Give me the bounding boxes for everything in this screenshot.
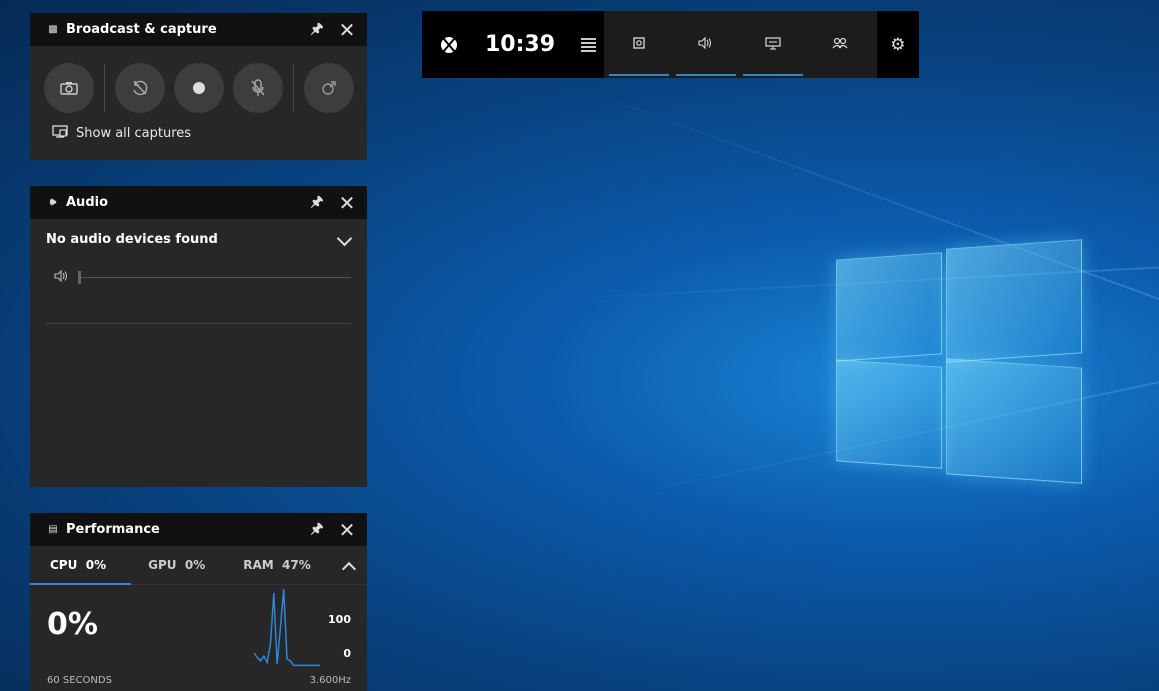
- performance-widget-button[interactable]: [742, 11, 803, 78]
- clock: 10:39: [485, 32, 556, 57]
- record-button[interactable]: [174, 63, 224, 113]
- capture-widget-button[interactable]: [608, 11, 669, 78]
- audio-widget-button[interactable]: [675, 11, 736, 78]
- capture-widget-title: Broadcast & capture: [66, 22, 217, 37]
- volume-slider[interactable]: [78, 271, 351, 284]
- tab-ram-label: RAM: [243, 558, 274, 572]
- broadcast-button[interactable]: [304, 63, 354, 113]
- tab-cpu-value: 0%: [85, 558, 107, 572]
- speaker-icon: [698, 36, 714, 52]
- record-dot-icon: [193, 82, 205, 94]
- divider: [104, 64, 105, 112]
- cpu-usage-value: 0%: [47, 607, 98, 642]
- audio-widget-title: Audio: [66, 195, 109, 210]
- volume-slider-thumb[interactable]: [78, 271, 81, 284]
- social-widget-button[interactable]: [810, 11, 870, 78]
- tab-cpu[interactable]: CPU 0%: [50, 558, 106, 572]
- capture-icon: [633, 37, 645, 52]
- performance-widget-title: Performance: [66, 522, 160, 537]
- xbox-logo-icon[interactable]: [441, 36, 457, 53]
- gallery-icon: [52, 125, 68, 142]
- audio-widget-header[interactable]: 🕪︎ Audio 🖈︎ ✕: [30, 186, 367, 219]
- tab-cpu-label: CPU: [50, 558, 78, 572]
- mic-off-icon: [251, 79, 265, 96]
- screenshot-button[interactable]: [44, 63, 94, 113]
- show-all-captures-label: Show all captures: [76, 126, 192, 141]
- cpu-usage-chart: [253, 588, 320, 667]
- windows-logo: [836, 236, 1082, 484]
- chart-y-max: 100: [328, 613, 351, 626]
- divider: [293, 64, 294, 112]
- broadcast-icon: [322, 81, 336, 95]
- chevron-down-icon[interactable]: [337, 233, 351, 247]
- tab-gpu[interactable]: GPU 0%: [148, 558, 205, 572]
- performance-widget: ▤ Performance 🖈︎ ✕ CPU 0% GPU 0% RAM 47%…: [30, 513, 367, 691]
- selected-tab-indicator: [30, 583, 131, 585]
- performance-tabs: CPU 0% GPU 0% RAM 47%: [30, 546, 367, 585]
- monitor-icon: ▤: [48, 524, 58, 535]
- audio-status-text: No audio devices found: [46, 232, 218, 247]
- capture-button-row: [30, 46, 367, 113]
- close-icon[interactable]: ✕: [335, 193, 359, 213]
- close-icon[interactable]: ✕: [335, 520, 359, 540]
- cpu-usage-line: [253, 588, 320, 667]
- divider: [46, 323, 351, 324]
- gear-icon: ⚙︎: [890, 34, 906, 55]
- widget-menu-icon[interactable]: [581, 36, 597, 54]
- pin-icon[interactable]: 🖈︎: [305, 191, 329, 215]
- performance-widget-header[interactable]: ▤ Performance 🖈︎ ✕: [30, 513, 367, 546]
- widget-toolbar: [603, 11, 877, 78]
- speaker-icon: [54, 269, 78, 285]
- screenshot-icon: [60, 82, 78, 95]
- game-bar-home-section: 10:39: [422, 11, 604, 78]
- tab-ram-value: 47%: [282, 558, 311, 572]
- cpu-frequency: 3.600Hz: [309, 675, 351, 686]
- record-last-button[interactable]: [115, 63, 165, 113]
- pin-icon[interactable]: 🖈︎: [305, 18, 329, 42]
- settings-button[interactable]: ⚙︎: [877, 11, 919, 78]
- people-icon: [832, 37, 848, 52]
- pin-icon[interactable]: 🖈︎: [305, 518, 329, 542]
- show-all-captures-link[interactable]: Show all captures: [52, 125, 367, 142]
- volume-control: [54, 269, 351, 285]
- speaker-icon: 🕪︎: [49, 197, 57, 208]
- close-icon[interactable]: ✕: [335, 20, 359, 40]
- capture-icon: ▩: [48, 24, 58, 35]
- audio-device-selector[interactable]: No audio devices found: [30, 219, 367, 247]
- chart-y-min: 0: [343, 647, 351, 660]
- tab-ram[interactable]: RAM 47%: [243, 558, 311, 572]
- mic-toggle-button[interactable]: [233, 63, 283, 113]
- monitor-icon: [765, 36, 781, 53]
- chart-time-span: 60 SECONDS: [47, 675, 112, 686]
- record-last-icon: [133, 80, 148, 96]
- tab-gpu-label: GPU: [148, 558, 177, 572]
- capture-widget-header[interactable]: ▩ Broadcast & capture 🖈︎ ✕: [30, 13, 367, 46]
- audio-widget: 🕪︎ Audio 🖈︎ ✕ No audio devices found: [30, 186, 367, 487]
- chevron-up-icon[interactable]: [343, 559, 355, 571]
- game-bar: 10:39 ⚙︎: [422, 11, 919, 78]
- tab-gpu-value: 0%: [184, 558, 206, 572]
- capture-widget: ▩ Broadcast & capture 🖈︎ ✕ Show all capt…: [30, 13, 367, 160]
